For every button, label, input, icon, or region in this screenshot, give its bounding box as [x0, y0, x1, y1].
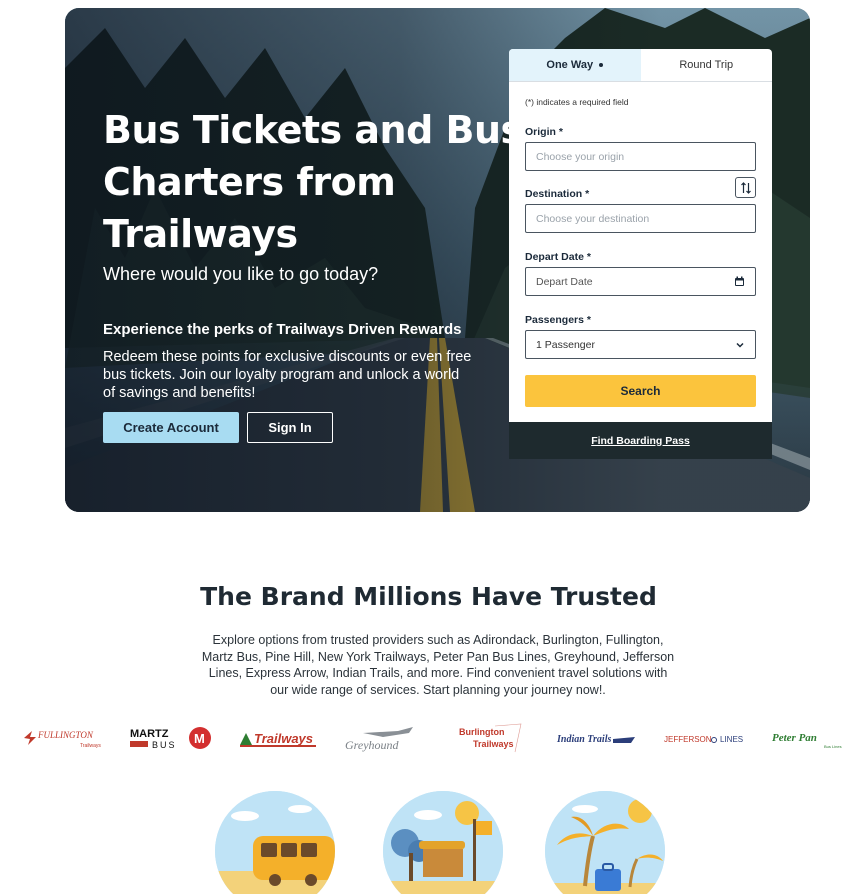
destination-input[interactable]: [525, 204, 756, 233]
martz-logo[interactable]: MARTZ BUS M: [130, 718, 212, 758]
selected-dot-icon: [599, 63, 604, 67]
bus-stop-illustration: [383, 791, 503, 894]
rewards-description: Redeem these points for exclusive discou…: [103, 349, 472, 401]
peter-pan-logo-text: Peter Pan: [772, 732, 817, 744]
jefferson-lines-logo[interactable]: JEFFERSON LINES: [662, 718, 748, 758]
hero-banner: Bus Tickets and Bus Charters from Trailw…: [65, 8, 810, 512]
indian-trails-logo[interactable]: Indian Trails: [555, 718, 637, 758]
jefferson-logo-text: JEFFERSON: [664, 735, 712, 744]
brands-description: Explore options from trusted providers s…: [201, 633, 675, 697]
indian-trails-logo-text: Indian Trails: [556, 734, 611, 745]
depart-date-label: Depart Date *: [525, 251, 591, 263]
swap-arrows-icon: [740, 181, 751, 194]
burlington-logo[interactable]: Burlington Trailways: [455, 718, 525, 758]
greyhound-logo-text: Greyhound: [345, 738, 400, 752]
brand-logos-row: FULLINGTON Trailways MARTZ BUS M Trailwa…: [0, 718, 857, 758]
passengers-value: 1 Passenger: [536, 338, 595, 351]
chevron-down-icon: [736, 342, 744, 348]
tab-round-trip[interactable]: Round Trip: [641, 49, 773, 81]
trailways-logo[interactable]: Trailways: [238, 718, 318, 758]
bus-illustration: [215, 791, 335, 894]
tab-one-way-label: One Way: [546, 59, 594, 71]
booking-form: One Way Round Trip (*) indicates a requi…: [509, 49, 772, 459]
required-field-note: (*) indicates a required field: [525, 97, 629, 107]
trip-type-tabs: One Way Round Trip: [509, 49, 772, 82]
sign-in-button[interactable]: Sign In: [247, 412, 333, 443]
swap-locations-button[interactable]: [735, 177, 756, 198]
tab-one-way[interactable]: One Way: [509, 49, 641, 81]
beach-illustration: [545, 791, 665, 894]
depart-date-input[interactable]: Depart Date: [525, 267, 756, 296]
origin-label: Origin *: [525, 126, 563, 138]
hero-subtitle: Where would you like to go today?: [103, 264, 379, 284]
passengers-select[interactable]: 1 Passenger: [525, 330, 756, 359]
martz-logo-text: MARTZ: [130, 728, 169, 740]
jefferson-logo-subtext: LINES: [720, 735, 743, 744]
brands-heading: The Brand Millions Have Trusted: [200, 582, 657, 611]
trailways-logo-text: Trailways: [254, 731, 313, 746]
fullington-logo[interactable]: FULLINGTON Trailways: [22, 718, 106, 758]
calendar-icon: [735, 276, 744, 286]
peter-pan-logo-subtext: Bus Lines: [824, 744, 842, 749]
svg-text:M: M: [194, 731, 205, 746]
create-account-button[interactable]: Create Account: [103, 412, 239, 443]
rewards-heading: Experience the perks of Trailways Driven…: [103, 321, 462, 338]
feature-illustrations: [0, 791, 857, 894]
greyhound-logo[interactable]: Greyhound: [343, 718, 425, 758]
find-boarding-pass-link[interactable]: Find Boarding Pass: [509, 422, 772, 459]
depart-date-placeholder: Depart Date: [536, 275, 593, 288]
fullington-logo-text: FULLINGTON: [37, 730, 94, 740]
fullington-logo-subtext: Trailways: [80, 743, 101, 749]
passengers-label: Passengers *: [525, 314, 591, 326]
peter-pan-logo[interactable]: Peter Pan Bus Lines: [770, 718, 854, 758]
martz-logo-subtext: BUS: [152, 740, 177, 750]
hero-title: Bus Tickets and Bus Charters from Trailw…: [103, 108, 523, 256]
burlington-logo-subtext: Trailways: [473, 739, 514, 749]
origin-input[interactable]: [525, 142, 756, 171]
tab-round-trip-label: Round Trip: [679, 59, 734, 71]
search-button[interactable]: Search: [525, 375, 756, 407]
burlington-logo-text: Burlington: [459, 727, 505, 737]
destination-label: Destination *: [525, 188, 590, 200]
